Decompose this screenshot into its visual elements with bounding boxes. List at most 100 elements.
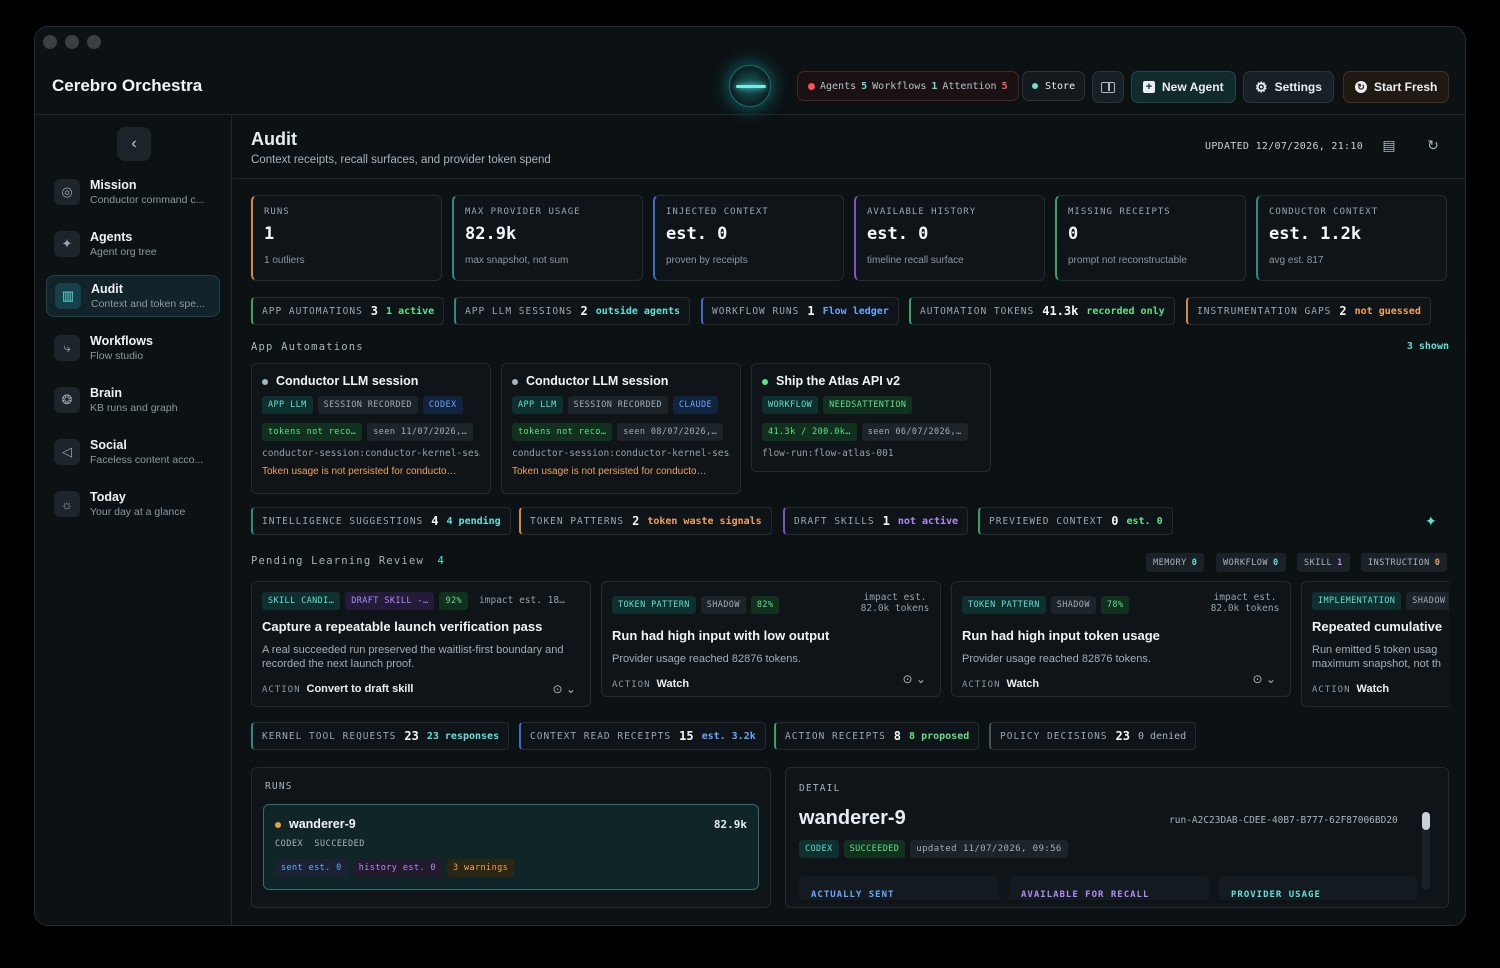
chip-action-receipts[interactable]: ACTION RECEIPTS 8 8 proposed (774, 722, 980, 750)
learning-card[interactable]: IMPLEMENTATION SHADOW Repeated cumulative… (1301, 581, 1449, 707)
run-row[interactable]: wanderer-9 82.9k CODEX SUCCEEDED sent es… (263, 804, 759, 890)
chip-policy-decisions[interactable]: POLICY DECISIONS 23 0 denied (989, 722, 1197, 750)
minimize-window-button[interactable] (65, 35, 79, 49)
store-button[interactable]: Store (1022, 71, 1086, 101)
start-fresh-button[interactable]: ↻ Start Fresh (1343, 71, 1450, 103)
more-options-icon[interactable]: ⊙ ⌄ (903, 672, 926, 686)
stat-label: RUNS (264, 207, 290, 217)
chip-label: TOKEN PATTERNS (530, 515, 625, 527)
session-id: conductor-session:conductor-kernel-ses… (512, 448, 730, 459)
new-agent-button[interactable]: + New Agent (1131, 71, 1236, 103)
learning-card[interactable]: TOKEN PATTERN SHADOW 78% impact est. 82.0k … (951, 581, 1291, 697)
tag: SESSION RECORDED (317, 396, 418, 414)
filter-workflow[interactable]: WORKFLOW 0 (1216, 553, 1286, 572)
sidebar-item-audit[interactable]: ▥ Audit Context and token spe... (46, 275, 220, 317)
more-options-icon[interactable]: ⊙ ⌄ (1253, 672, 1276, 686)
stat-label: AVAILABLE HISTORY (867, 207, 977, 217)
action-label: ACTION (612, 680, 651, 690)
automation-card[interactable]: Ship the Atlas API v2 WORKFLOW NEEDSATTEN… (751, 363, 991, 472)
tag: TOKEN PATTERN (962, 596, 1046, 614)
maximize-window-button[interactable] (87, 35, 101, 49)
split-panel-icon (1101, 81, 1115, 93)
run-provider: CODEX (275, 839, 304, 849)
refresh-circle-icon: ↻ (1355, 81, 1367, 93)
sidebar-item-sublabel: Faceless content acco... (90, 454, 204, 466)
chip-draft-skills[interactable]: DRAFT SKILLS 1 not active (783, 507, 969, 535)
card-title: Capture a repeatable launch verification… (262, 619, 543, 634)
chip-extra: not active (897, 515, 959, 527)
chip-intelligence-suggestions[interactable]: INTELLIGENCE SUGGESTIONS 4 4 pending (251, 507, 511, 535)
chip-count: 23 (1115, 729, 1130, 743)
tag: DRAFT SKILL -… (345, 592, 435, 610)
state-tag: SUCCEEDED (843, 840, 906, 858)
settings-button[interactable]: ⚙ Settings (1243, 71, 1334, 103)
section-label: ACTUALLY SENT (811, 890, 895, 900)
chip-previewed-context[interactable]: PREVIEWED CONTEXT 0 est. 0 (978, 507, 1173, 535)
detail-title: DETAIL (799, 783, 841, 794)
sidebar-item-social[interactable]: ◁ Social Faceless content acco... (46, 431, 220, 473)
chip-label: POLICY DECISIONS (1000, 730, 1108, 742)
sidebar-item-today[interactable]: ☼ Today Your day at a glance (46, 483, 220, 525)
chip-app-llm-sessions[interactable]: APP LLM SESSIONS 2 outside agents (454, 297, 691, 325)
chip-count: 1 (882, 514, 890, 528)
panel-toggle-button[interactable] (1092, 71, 1124, 103)
scrollbar-thumb[interactable] (1422, 812, 1430, 830)
automation-card[interactable]: Conductor LLM session APP LLM SESSION REC… (251, 363, 491, 494)
action-label: ACTION (262, 685, 301, 695)
scrollbar-track[interactable] (1422, 812, 1430, 890)
chip-token-patterns[interactable]: TOKEN PATTERNS 2 token waste signals (519, 507, 772, 535)
activity-status[interactable]: Agents 5 Workflows 1 Attention 5 (797, 71, 1019, 101)
chip-kernel-tool-requests[interactable]: KERNEL TOOL REQUESTS 23 23 responses (251, 722, 510, 750)
runs-panel: RUNS wanderer-9 82.9k CODEX SUCCEEDED se… (251, 767, 771, 908)
filter-instruction[interactable]: INSTRUCTION 0 (1361, 553, 1448, 572)
chip-count: 23 (404, 729, 419, 743)
stat-sub: 1 outliers (264, 255, 305, 266)
orb-status-icon[interactable] (729, 65, 771, 107)
chip-extra: 1 active (386, 305, 435, 317)
chip-extra: 0 denied (1137, 730, 1187, 742)
chip-label: DRAFT SKILLS (794, 515, 875, 527)
sidebar-item-label: Agents (90, 230, 133, 244)
chip-label: PREVIEWED CONTEXT (989, 515, 1104, 527)
sidebar-item-mission[interactable]: ◎ Mission Conductor command c... (46, 171, 220, 213)
chip-workflow-runs[interactable]: WORKFLOW RUNS 1 Flow ledger (701, 297, 899, 325)
sidebar-item-agents[interactable]: ✦ Agents Agent org tree (46, 223, 220, 265)
chip-extra: token waste signals (647, 515, 762, 527)
card-title: Run had high input with low output (612, 628, 830, 643)
filter-skill[interactable]: SKILL 1 (1297, 553, 1350, 572)
chip-label: KERNEL TOOL REQUESTS (262, 730, 397, 742)
automation-card[interactable]: Conductor LLM session APP LLM SESSION REC… (501, 363, 741, 494)
chip-app-automations[interactable]: APP AUTOMATIONS 3 1 active (251, 297, 445, 325)
action-value: Watch (1356, 683, 1390, 695)
learning-card[interactable]: SKILL CANDI… DRAFT SKILL -… 92% impact est.… (251, 581, 591, 707)
chip-label: CONTEXT READ RECEIPTS (530, 730, 672, 742)
chip-count: 3 (370, 304, 379, 318)
stat-sub: timeline recall surface (867, 255, 964, 266)
filter-label: MEMORY (1153, 557, 1187, 568)
stat-value: 1 (264, 224, 275, 244)
filter-memory[interactable]: MEMORY 0 (1146, 553, 1205, 572)
alert-dot-icon (808, 82, 815, 90)
sparkle-icon[interactable]: ✦ (1425, 513, 1437, 530)
more-options-icon[interactable]: ⊙ ⌄ (553, 682, 576, 696)
sidebar-item-workflows[interactable]: ⤷ Workflows Flow studio (46, 327, 220, 369)
run-state: SUCCEEDED (314, 839, 365, 849)
sidebar-item-sublabel: KB runs and graph (90, 402, 178, 414)
tag: NEEDSATTENTION (823, 396, 913, 414)
sidebar-item-brain[interactable]: ❂ Brain KB runs and graph (46, 379, 220, 421)
chip-automation-tokens[interactable]: AUTOMATION TOKENS 41.3k recorded only (909, 297, 1175, 325)
chip-context-read-receipts[interactable]: CONTEXT READ RECEIPTS 15 est. 3.2k (519, 722, 766, 750)
confidence-tag: 82% (750, 596, 780, 614)
tag: SKILL CANDI… (262, 592, 341, 610)
card-title: Conductor LLM session (526, 374, 669, 388)
chip-instrumentation-gaps[interactable]: INSTRUMENTATION GAPS 2 not guessed (1186, 297, 1431, 325)
refresh-icon[interactable]: ↻ (1423, 137, 1443, 157)
sparkle-icon: ✦ (54, 231, 80, 257)
close-window-button[interactable] (43, 35, 57, 49)
chip-count: 2 (632, 514, 640, 528)
collapse-sidebar-button[interactable]: ‹ (117, 127, 151, 161)
card-description: Run emitted 5 token usag maximum snapsho… (1312, 644, 1442, 670)
archive-icon[interactable]: ▤ (1379, 137, 1399, 157)
sent-estimate: sent est. 0 (275, 859, 348, 877)
learning-card[interactable]: TOKEN PATTERN SHADOW 82% impact est. 82.0k … (601, 581, 941, 697)
